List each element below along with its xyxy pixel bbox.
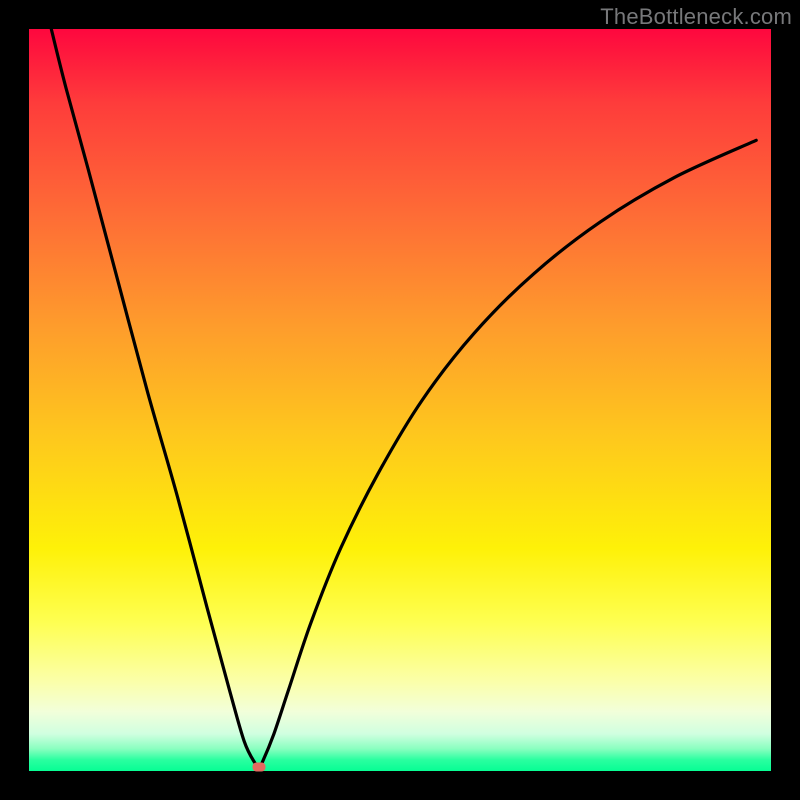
curve-path	[51, 29, 756, 767]
bottleneck-curve	[29, 29, 771, 771]
plot-area	[29, 29, 771, 771]
minimum-marker	[253, 763, 266, 772]
chart-frame: TheBottleneck.com	[0, 0, 800, 800]
watermark-text: TheBottleneck.com	[600, 4, 792, 30]
